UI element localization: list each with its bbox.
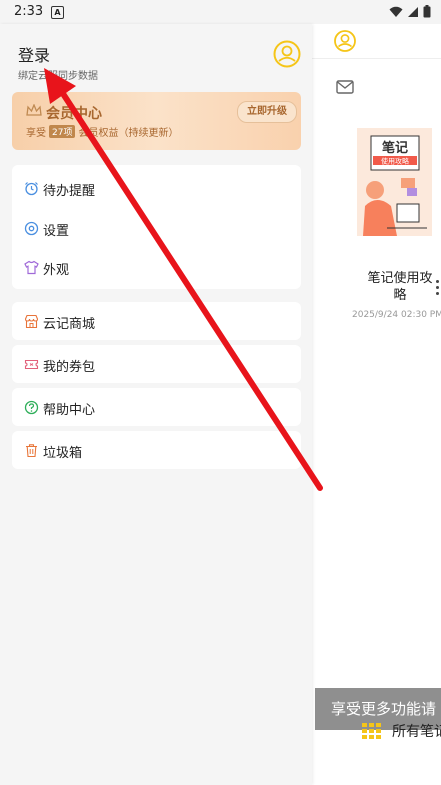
battery-icon <box>423 5 431 18</box>
menu-item-store[interactable]: 云记商城 <box>12 302 301 340</box>
note-illustration: 笔记 使用攻略 <box>357 128 432 236</box>
store-icon <box>24 314 39 329</box>
upgrade-button[interactable]: 立即升级 <box>237 101 297 123</box>
menu-item-trash[interactable]: 垃圾箱 <box>12 431 301 469</box>
vip-count-badge: 27项 <box>49 125 76 138</box>
thumb-title-text: 笔记 <box>382 140 408 156</box>
menu-label: 外观 <box>43 263 70 278</box>
vip-sub-prefix: 享受 <box>26 128 46 139</box>
notification-a-icon: A <box>51 6 64 19</box>
note-title[interactable]: 笔记使用攻略 <box>364 270 436 304</box>
menu-item-coupons[interactable]: 我的券包 <box>12 345 301 383</box>
alarm-clock-icon <box>25 182 38 196</box>
menu-item-help-inner: 帮助中心 <box>12 389 301 425</box>
menu-label: 我的券包 <box>43 360 96 375</box>
shirt-icon <box>24 260 39 275</box>
grid-icon <box>362 723 381 739</box>
menu-label: 垃圾箱 <box>43 446 83 461</box>
menu-item-store-inner: 云记商城 <box>12 303 301 339</box>
wifi-icon <box>389 6 403 17</box>
mail-icon[interactable] <box>336 80 354 94</box>
menu-group-tools: 待办提醒 设置 外观 <box>12 165 301 289</box>
vip-sub-suffix: 会员权益（持续更新） <box>78 128 179 139</box>
settings-icon <box>24 221 39 236</box>
trash-icon <box>26 444 37 458</box>
menu-item-appearance[interactable]: 外观 <box>12 249 301 285</box>
main-header <box>312 24 441 59</box>
menu-item-help[interactable]: 帮助中心 <box>12 388 301 426</box>
vip-subtitle: 享受 27项 会员权益（持续更新） <box>26 124 178 139</box>
note-thumbnail[interactable]: 笔记 使用攻略 <box>357 128 432 236</box>
navigation-drawer: 登录 绑定云服同步数据 会员中心 享受 27项 会员权益（持续更新） 立即升级 … <box>0 24 312 785</box>
menu-label: 待办提醒 <box>43 184 96 199</box>
menu-item-settings[interactable]: 设置 <box>12 210 301 246</box>
status-icons <box>389 5 431 18</box>
notes-main-panel: 笔记 使用攻略 笔记使用攻略 2025/9/24 02:30 PM 享受更多功能… <box>312 24 441 785</box>
coupon-icon <box>24 359 39 370</box>
vip-center-card[interactable]: 会员中心 享受 27项 会员权益（持续更新） 立即升级 <box>12 92 301 150</box>
menu-item-trash-inner: 垃圾箱 <box>12 432 301 468</box>
menu-label: 设置 <box>43 224 70 239</box>
user-avatar-icon[interactable] <box>334 30 356 52</box>
signal-icon <box>408 6 418 17</box>
login-subtitle[interactable]: 绑定云服同步数据 <box>18 67 98 82</box>
vip-title: 会员中心 <box>46 106 102 122</box>
menu-item-coupons-inner: 我的券包 <box>12 346 301 382</box>
help-icon <box>24 400 39 415</box>
note-date: 2025/9/24 02:30 PM <box>352 310 441 320</box>
thumb-sub-text: 使用攻略 <box>381 157 409 166</box>
login-avatar-icon[interactable] <box>273 40 301 68</box>
crown-icon <box>26 104 42 116</box>
status-time: 2:33 <box>14 4 44 19</box>
menu-item-reminder[interactable]: 待办提醒 <box>12 170 301 206</box>
login-title[interactable]: 登录 <box>18 42 50 66</box>
menu-label: 帮助中心 <box>43 403 96 418</box>
menu-label: 云记商城 <box>43 317 96 332</box>
status-bar: 2:33 A <box>0 0 441 24</box>
note-more-icon[interactable] <box>436 280 439 298</box>
all-notes-button[interactable]: 所有笔记 <box>362 721 441 741</box>
all-notes-label: 所有笔记 <box>392 724 441 740</box>
